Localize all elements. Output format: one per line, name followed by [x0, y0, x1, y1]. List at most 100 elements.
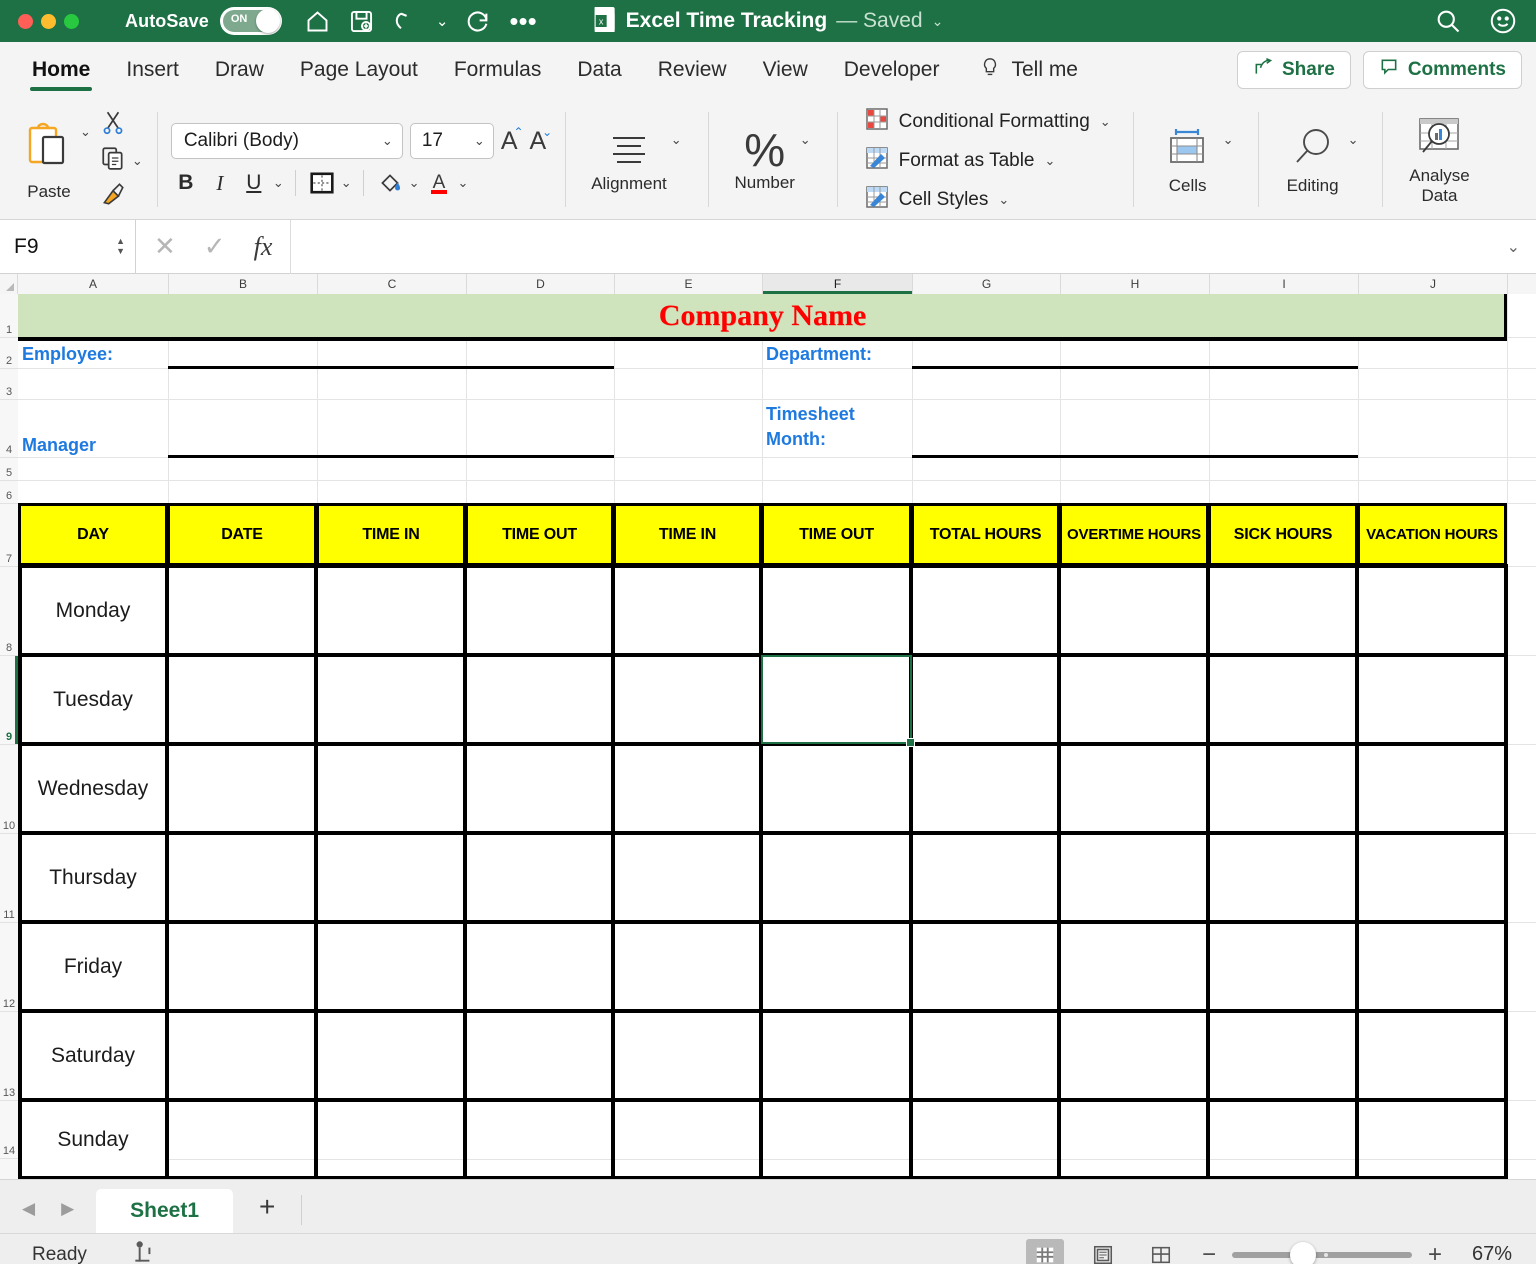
insert-function-icon[interactable]: fx — [254, 232, 273, 262]
table-header-time-in-1[interactable]: TIME IN — [316, 503, 466, 566]
column-header-k[interactable] — [1508, 274, 1536, 294]
undo-icon[interactable] — [392, 8, 419, 35]
row-header-11[interactable]: 11 — [0, 834, 18, 923]
bold-button[interactable]: B — [171, 168, 201, 198]
column-header-c[interactable]: C — [318, 274, 467, 294]
copy-dropdown-icon[interactable]: ⌄ — [132, 153, 143, 169]
row-header-9[interactable]: 9 — [0, 656, 18, 745]
row-header-4[interactable]: 4 — [0, 400, 18, 458]
zoom-track[interactable] — [1232, 1252, 1412, 1258]
page-layout-view-button[interactable] — [1084, 1239, 1122, 1264]
table-header-total-hours[interactable]: TOTAL HOURS — [911, 503, 1060, 566]
sheet-body[interactable]: Company Name Employee: Department: Manag… — [18, 294, 1536, 1179]
formula-input[interactable] — [290, 220, 1506, 274]
cut-icon[interactable] — [100, 109, 143, 140]
column-header-g[interactable]: G — [913, 274, 1061, 294]
zoom-in-button[interactable]: + — [1426, 1241, 1444, 1264]
cells-button[interactable]: Cells — [1157, 126, 1219, 195]
number-dropdown-icon[interactable]: ⌄ — [800, 132, 811, 148]
borders-button[interactable] — [307, 168, 337, 198]
column-header-b[interactable]: B — [169, 274, 318, 294]
selected-cell-f9[interactable] — [761, 655, 912, 744]
table-header-day[interactable]: DAY — [18, 503, 168, 566]
cancel-icon[interactable]: ✕ — [154, 231, 176, 262]
close-window-button[interactable] — [18, 14, 33, 29]
column-header-i[interactable]: I — [1210, 274, 1359, 294]
paste-button[interactable]: Paste — [18, 120, 80, 201]
day-cell-monday[interactable]: Monday — [18, 566, 168, 655]
zoom-level-label[interactable]: 67% — [1458, 1243, 1520, 1264]
font-size-select[interactable]: 17 ⌄ — [410, 123, 494, 159]
analyse-data-button[interactable]: Analyse Data — [1408, 116, 1470, 206]
row-header-2[interactable]: 2 — [0, 338, 18, 369]
editing-button[interactable]: Editing — [1282, 126, 1344, 195]
borders-dropdown-icon[interactable]: ⌄ — [341, 175, 352, 191]
copy-icon[interactable] — [100, 145, 126, 176]
decrease-font-size-button[interactable]: A⌄ — [530, 127, 552, 156]
add-sheet-button[interactable]: + — [233, 1191, 301, 1233]
table-header-date[interactable]: DATE — [167, 503, 317, 566]
page-break-view-button[interactable] — [1142, 1239, 1180, 1264]
table-header-overtime-hours[interactable]: OVERTIME HOURS — [1059, 503, 1209, 566]
underline-dropdown-icon[interactable]: ⌄ — [273, 175, 284, 191]
row-header-8[interactable]: 8 — [0, 567, 18, 656]
row-header-1[interactable]: 1 — [0, 294, 18, 338]
home-icon[interactable] — [304, 8, 331, 35]
confirm-icon[interactable]: ✓ — [204, 231, 226, 262]
zoom-thumb[interactable] — [1290, 1242, 1316, 1264]
cells-dropdown-icon[interactable]: ⌄ — [1223, 132, 1234, 148]
tab-review[interactable]: Review — [640, 42, 745, 98]
cell-styles-button[interactable]: Cell Styles ⌄ — [865, 185, 1111, 215]
row-header-3[interactable]: 3 — [0, 369, 18, 400]
paste-dropdown-icon[interactable]: ⌄ — [80, 124, 91, 140]
zoom-slider[interactable]: − + 67% — [1200, 1241, 1520, 1264]
tab-view[interactable]: View — [745, 42, 826, 98]
previous-sheet-icon[interactable]: ◀ — [22, 1199, 35, 1219]
table-header-time-out-1[interactable]: TIME OUT — [465, 503, 614, 566]
row-header-7[interactable]: 7 — [0, 504, 18, 567]
undo-dropdown-icon[interactable]: ⌄ — [436, 12, 449, 30]
alignment-button[interactable]: Alignment — [591, 128, 667, 193]
row-header-6[interactable]: 6 — [0, 481, 18, 504]
comments-button[interactable]: Comments — [1363, 51, 1522, 89]
underline-button[interactable]: U — [239, 168, 269, 198]
save-icon[interactable] — [348, 8, 375, 35]
column-header-d[interactable]: D — [467, 274, 615, 294]
font-name-select[interactable]: Calibri (Body) ⌄ — [171, 123, 403, 159]
conditional-formatting-button[interactable]: Conditional Formatting ⌄ — [865, 107, 1111, 137]
tab-insert[interactable]: Insert — [108, 42, 197, 98]
next-sheet-icon[interactable]: ▶ — [61, 1199, 74, 1219]
tab-draw[interactable]: Draw — [197, 42, 282, 98]
window-controls[interactable] — [0, 14, 79, 29]
fill-color-dropdown-icon[interactable]: ⌄ — [409, 175, 420, 191]
fill-color-button[interactable] — [375, 168, 405, 198]
autosave-toggle[interactable]: ON — [220, 7, 282, 35]
day-cell-wednesday[interactable]: Wednesday — [18, 744, 168, 833]
minimize-window-button[interactable] — [41, 14, 56, 29]
share-button[interactable]: Share — [1237, 51, 1351, 89]
column-header-f[interactable]: F — [763, 274, 913, 294]
font-color-dropdown-icon[interactable]: ⌄ — [458, 175, 469, 191]
normal-view-button[interactable] — [1026, 1239, 1064, 1264]
column-header-a[interactable]: A — [18, 274, 169, 294]
table-header-vacation-hours[interactable]: VACATION HOURS — [1357, 503, 1507, 566]
column-header-h[interactable]: H — [1061, 274, 1210, 294]
column-header-j[interactable]: J — [1359, 274, 1508, 294]
table-header-time-in-2[interactable]: TIME IN — [613, 503, 762, 566]
increase-font-size-button[interactable]: A⌃ — [501, 127, 523, 156]
name-box-stepper[interactable]: ▲▼ — [116, 238, 125, 255]
day-cell-friday[interactable]: Friday — [18, 922, 168, 1011]
title-chevron-down-icon[interactable]: ⌄ — [932, 13, 944, 30]
tab-formulas[interactable]: Formulas — [436, 42, 560, 98]
table-header-time-out-2[interactable]: TIME OUT — [761, 503, 912, 566]
redo-icon[interactable] — [465, 8, 492, 35]
account-icon[interactable] — [1488, 6, 1518, 36]
tab-page-layout[interactable]: Page Layout — [282, 42, 436, 98]
row-header-12[interactable]: 12 — [0, 923, 18, 1012]
more-icon[interactable]: ••• — [509, 14, 536, 28]
name-box[interactable]: F9 ▲▼ — [0, 220, 136, 274]
column-header-e[interactable]: E — [615, 274, 763, 294]
search-icon[interactable] — [1434, 7, 1462, 35]
zoom-out-button[interactable]: − — [1200, 1241, 1218, 1264]
table-header-sick-hours[interactable]: SICK HOURS — [1208, 503, 1358, 566]
